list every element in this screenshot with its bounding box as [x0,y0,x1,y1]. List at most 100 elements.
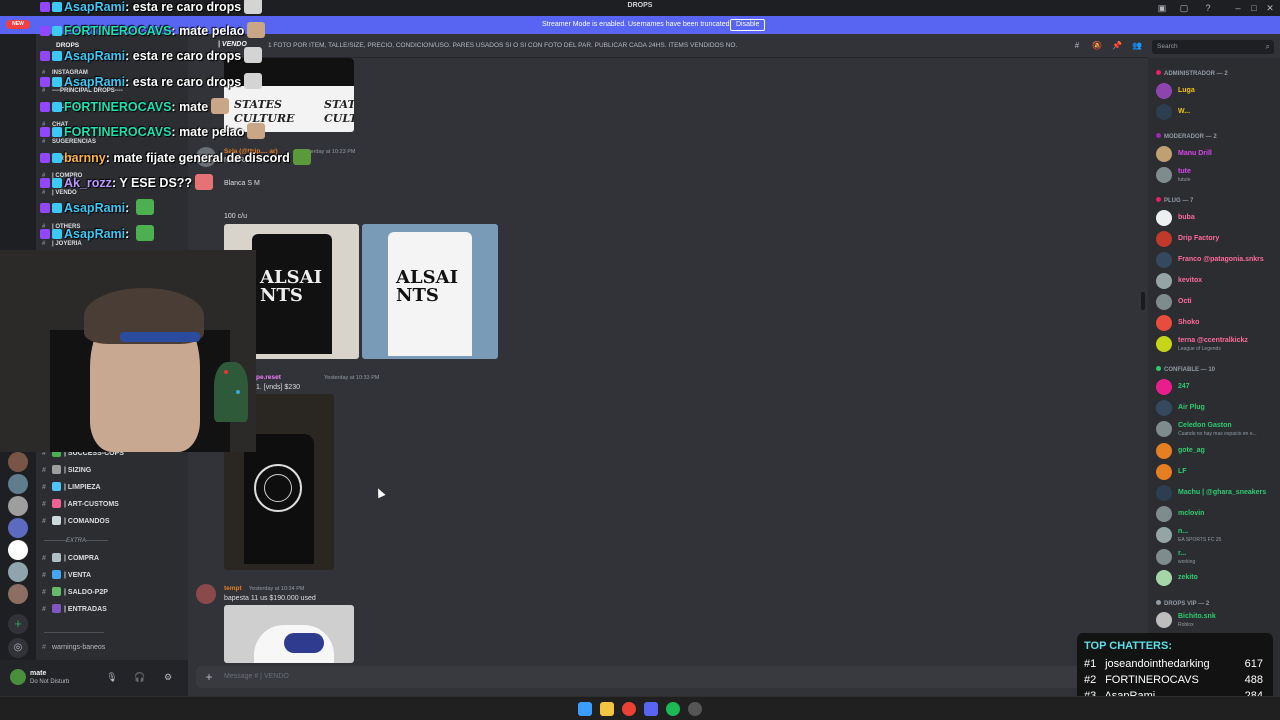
monitor-icon[interactable]: ▢ [1178,2,1190,14]
microphone-icon[interactable]: 🎙 [106,671,118,683]
message-composer[interactable]: + Message # | VENDO [196,666,1140,688]
avatar [1156,400,1172,416]
member-name: 247 [1178,383,1190,390]
user-status: Do Not Disturb [30,679,70,685]
chat-message: esta re caro drops [132,0,242,14]
server-icon[interactable] [8,496,28,516]
member-row[interactable]: Air Plug [1156,399,1278,417]
member-list-icon[interactable]: 👥 [1132,41,1142,51]
channel-label: | ENTRADAS [64,606,107,613]
maximize-icon[interactable]: □ [1248,2,1260,14]
category-extra: -----------EXTRA----------- [44,538,108,544]
avatar[interactable] [196,584,216,604]
channel-item[interactable]: # | LIMPIEZA [42,480,182,495]
channel-item[interactable]: # | ENTRADAS [42,602,182,617]
windows-start-icon[interactable] [578,702,592,716]
discord-icon[interactable] [644,702,658,716]
server-icon[interactable] [8,562,28,582]
chat-badge-icon [52,127,62,137]
attach-plus-icon[interactable]: + [201,669,217,685]
member-category: DROPS VIP — 2 [1156,600,1209,607]
message-timestamp: Yesterday at 10:34 PM [249,586,305,592]
channel-item[interactable]: # | COMPRA [42,551,182,566]
channel-item[interactable]: # | COMANDOS [42,514,182,529]
avatar [1156,421,1172,437]
channel-emoji-icon [52,499,61,508]
server-icon[interactable] [8,540,28,560]
obs-icon[interactable] [688,702,702,716]
member-name: kevitox [1178,277,1203,284]
member-row[interactable]: W... [1156,103,1278,121]
channel-item[interactable]: # | SIZING [42,463,182,478]
message-attachment-image[interactable] [224,605,354,663]
chat-colon: : [125,49,133,63]
chat-emote-icon [211,98,230,114]
search-input[interactable]: Search ⌕ [1152,40,1274,54]
help-icon[interactable]: ? [1202,2,1214,14]
server-icon[interactable] [8,452,28,472]
avatar[interactable] [10,669,26,685]
minimize-icon[interactable]: – [1232,2,1244,14]
spotify-icon[interactable] [666,702,680,716]
avatar [1156,443,1172,459]
member-row[interactable]: 247 [1156,378,1278,396]
chat-username: AsapRami [64,227,126,241]
add-server-icon[interactable]: + [8,614,28,634]
pin-icon[interactable]: 📌 [1112,41,1122,51]
member-row[interactable]: Drip Factory [1156,230,1278,248]
member-row[interactable]: n... EA SPORTS FC 25 [1156,526,1278,544]
avatar [1156,231,1172,247]
member-activity: Roblox [1178,622,1194,628]
member-name: n... [1178,528,1189,535]
member-row[interactable]: LF [1156,463,1278,481]
disable-streamer-mode-button[interactable]: Disable [730,19,766,31]
avatar [1156,506,1172,522]
threads-icon[interactable]: # [1072,41,1082,51]
gear-icon[interactable]: ⚙ [162,671,174,683]
member-row[interactable]: mclovin [1156,505,1278,523]
message-attachment-image[interactable]: ALSAI NTS [362,224,498,359]
member-row[interactable]: Bichito.snk Roblox [1156,611,1278,629]
channel-item[interactable]: # | VENTA [42,568,182,583]
webcam-overlay [0,250,256,452]
message-author[interactable]: pe.reset [256,374,281,381]
close-icon[interactable]: ✕ [1264,2,1276,14]
bell-icon[interactable]: 🔕 [1092,41,1102,51]
avatar [1156,294,1172,310]
server-icon[interactable] [8,474,28,494]
member-row[interactable]: Luga [1156,82,1278,100]
channel-header: | VENDO 1 FOTO POR ITEM, TALLE/SIZE, PRE… [188,34,1148,58]
member-row[interactable]: Manu Drill [1156,145,1278,163]
member-row[interactable]: r... working [1156,548,1278,566]
member-row[interactable]: kevitox [1156,272,1278,290]
member-row[interactable]: Franco @patagonia.snkrs [1156,251,1278,269]
server-icon[interactable] [8,584,28,604]
member-name: LF [1178,468,1187,475]
file-explorer-icon[interactable] [600,702,614,716]
chat-badge-icon [52,178,62,188]
channel-item[interactable]: # | SALDO-P2P [42,585,182,600]
scrollbar-thumb[interactable] [1141,292,1145,310]
member-row[interactable]: Machu | @ghara_sneakers [1156,484,1278,502]
chat-badge-icon [52,51,62,61]
avatar [1156,570,1172,586]
headphones-icon[interactable]: 🎧 [134,671,146,683]
chrome-icon[interactable] [622,702,636,716]
role-icon [1156,133,1161,138]
channel-item[interactable]: # | ART-CUSTOMS [42,497,182,512]
member-row[interactable]: Shoko [1156,314,1278,332]
member-row[interactable]: gote_ag [1156,442,1278,460]
message-author[interactable]: tempt [224,585,242,592]
member-activity: tutute [1178,177,1191,183]
member-row[interactable]: terna @ccentralkickz League of Legends [1156,335,1278,353]
member-row[interactable]: Celedon Gaston Cuando no hay mas espacio … [1156,420,1278,438]
member-row[interactable]: buba [1156,209,1278,227]
discover-icon[interactable]: ◎ [8,638,28,658]
message-attachment-image[interactable]: STATESCULTURE STATCULT [224,58,354,132]
member-row[interactable]: zekito [1156,569,1278,587]
member-row[interactable]: tute tutute [1156,166,1278,184]
channel-warnings-baneos[interactable]: # warnings-baneos [42,640,182,655]
member-row[interactable]: Octi [1156,293,1278,311]
inbox-icon[interactable]: ▣ [1156,2,1168,14]
server-icon[interactable] [8,518,28,538]
